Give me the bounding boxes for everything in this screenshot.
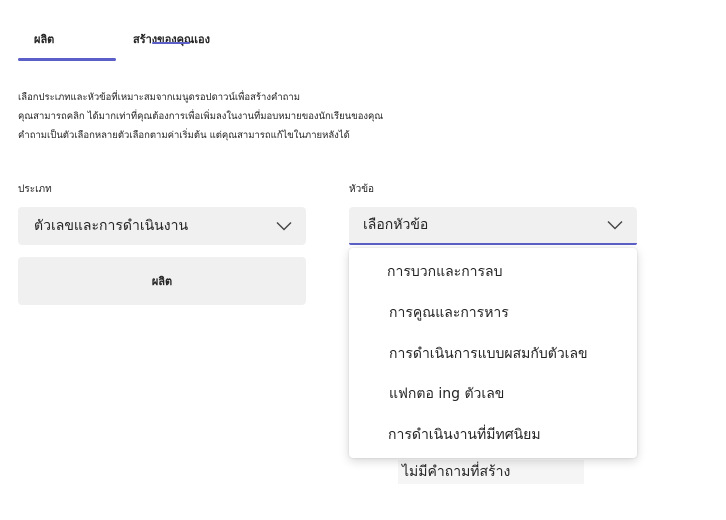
instructions: เลือกประเภทและหัวข้อที่เหมาะสมจากเมนูดรอ… xyxy=(18,88,383,145)
topic-option[interactable]: แฟกตอ ing ตัวเลข xyxy=(349,374,637,414)
topic-option[interactable]: การดำเนินการแบบผสมกับตัวเลข xyxy=(349,334,637,374)
topic-option[interactable]: การดำเนินงานที่มีทศนิยม xyxy=(349,415,637,455)
topic-option[interactable]: การบวกและการลบ xyxy=(349,252,637,292)
tab-hover-indicator xyxy=(152,42,190,44)
tab-generate[interactable]: ผลิต xyxy=(34,30,54,48)
instruction-line: คุณสามารถคลิก ได้มากเท่าที่คุณต้องการเพื… xyxy=(18,111,384,122)
tab-create-your-own[interactable]: สร้างของคุณเอง xyxy=(133,30,210,48)
type-label: ประเภท xyxy=(18,184,52,195)
instruction-line: เลือกประเภทและหัวข้อที่เหมาะสมจากเมนูดรอ… xyxy=(18,92,301,103)
topic-dropdown-list: การบวกและการลบ การคูณและการหาร การดำเนิน… xyxy=(349,248,637,458)
topic-option[interactable]: การคูณและการหาร xyxy=(349,293,637,333)
type-select-value: ตัวเลขและการดำเนินงาน xyxy=(34,218,189,234)
type-select[interactable]: ตัวเลขและการดำเนินงาน xyxy=(18,207,306,245)
topic-label: หัวข้อ xyxy=(349,184,375,195)
generate-button[interactable]: ผลิต xyxy=(18,257,306,305)
topic-select[interactable]: เลือกหัวข้อ xyxy=(349,207,637,245)
topic-select-value: เลือกหัวข้อ xyxy=(363,217,429,233)
chevron-down-icon xyxy=(607,221,623,230)
tab-selected-indicator xyxy=(18,58,116,61)
chevron-down-icon xyxy=(276,222,292,231)
empty-state-message: ไม่มีคำถามที่สร้าง xyxy=(398,460,584,484)
instruction-line: คำถามเป็นตัวเลือกหลายตัวเลือกตามค่าเริ่ม… xyxy=(18,130,350,141)
